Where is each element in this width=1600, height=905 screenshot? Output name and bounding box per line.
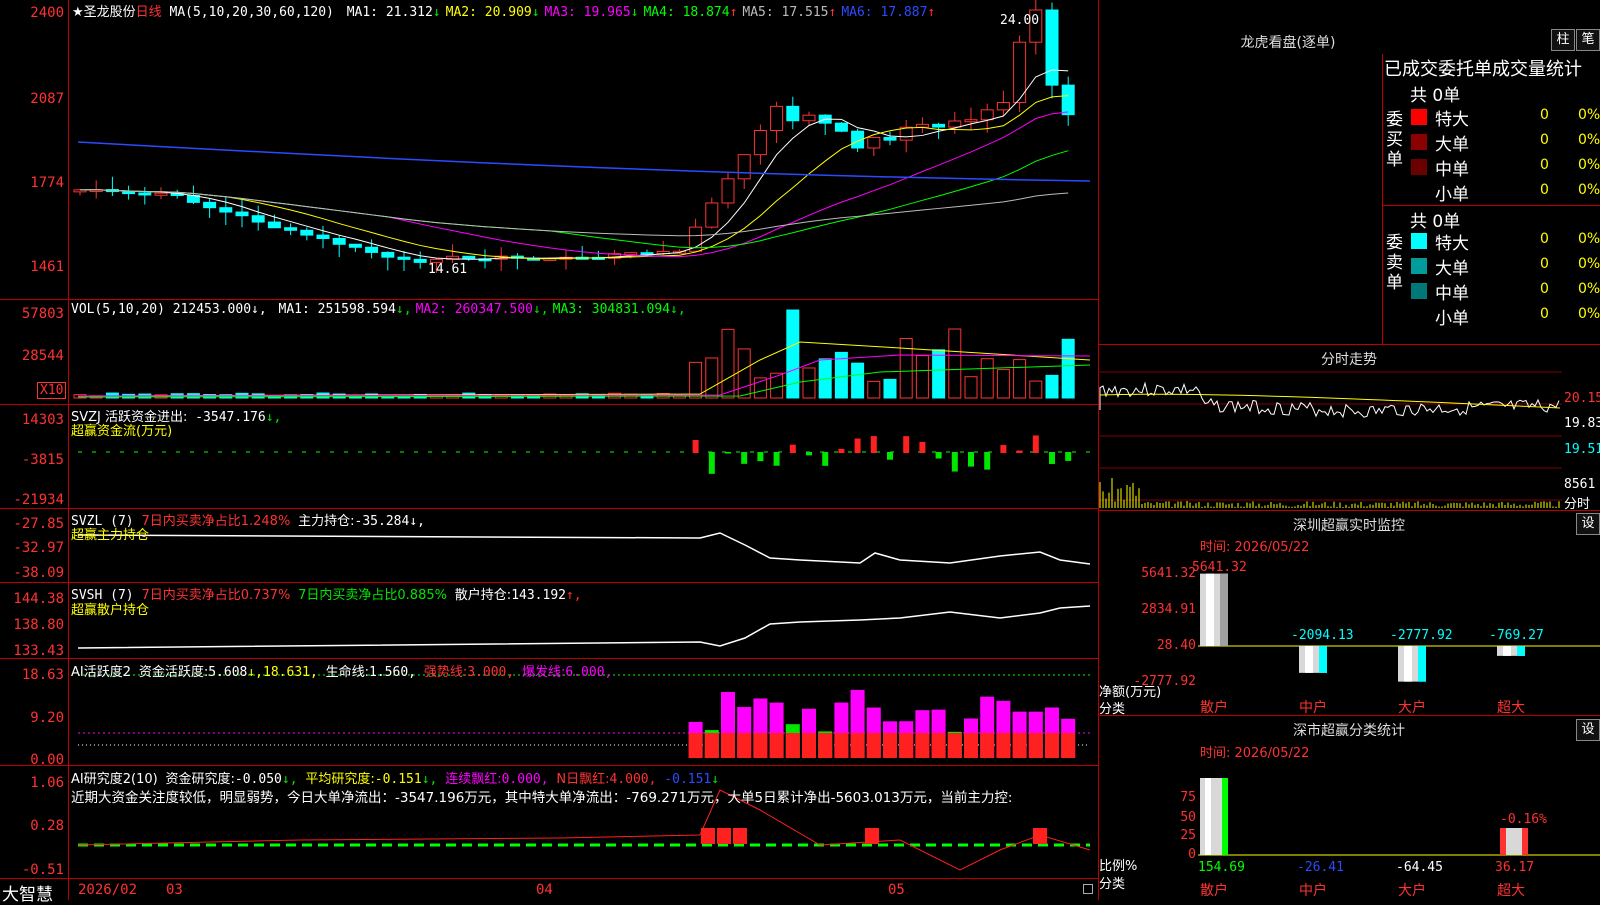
sz-class-category: 大户 — [1398, 883, 1426, 899]
sz-class-bar-edge — [1522, 828, 1528, 855]
sz-class-bar-edge — [1222, 778, 1228, 855]
sz-class-bar-0 — [1200, 778, 1228, 855]
sz-class-bar-shine — [1500, 828, 1506, 855]
sz-class-category: 中户 — [1299, 883, 1327, 899]
sz-class-bar-label: 154.69 — [1198, 860, 1245, 875]
sz-class-chart — [1198, 778, 1600, 856]
sz-class-category: 散户 — [1200, 883, 1228, 899]
sz-class-bar-3 — [1500, 828, 1528, 855]
sz-class-bar-shine — [1205, 778, 1211, 855]
sz-class-bar-label: -26.41 — [1297, 860, 1344, 875]
sz-class-category: 超大 — [1497, 883, 1525, 899]
sz-class-bar-label: -64.45 — [1396, 860, 1443, 875]
sz-class-bar-label: 36.17 — [1495, 860, 1535, 875]
